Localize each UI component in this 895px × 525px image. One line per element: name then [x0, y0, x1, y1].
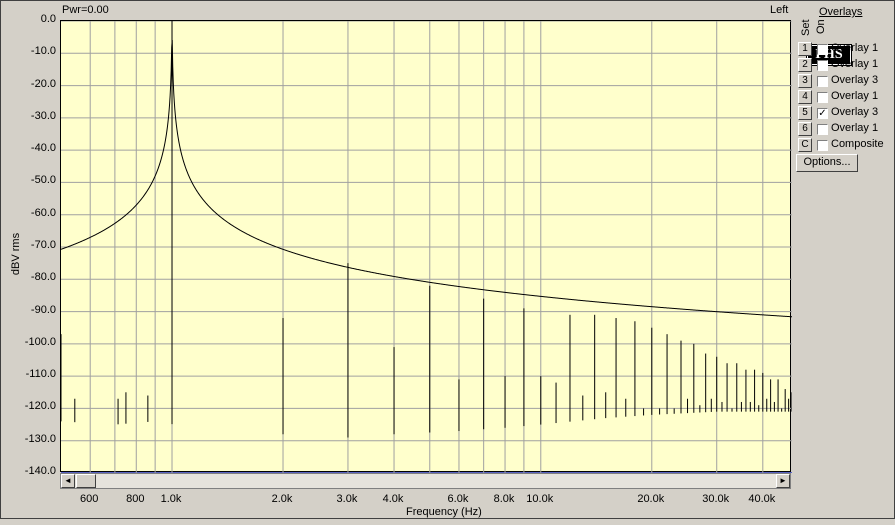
y-tick-label: -40.0: [30, 142, 56, 155]
y-tick-label: -70.0: [30, 239, 56, 251]
overlay-set-button-6[interactable]: 6: [798, 122, 812, 136]
scrollbar-thumb[interactable]: [76, 474, 96, 488]
y-tick-label: -90.0: [30, 303, 56, 316]
spectrum-trace: [61, 39, 792, 318]
y-tick-label: -10.0: [30, 45, 56, 58]
x-tick-label: 4.0k: [382, 493, 404, 505]
channel-label: Left: [770, 4, 789, 16]
overlay-on-checkbox[interactable]: [817, 44, 828, 55]
y-tick-label: -110.0: [25, 368, 56, 381]
scroll-right-arrow-icon[interactable]: ►: [776, 474, 790, 488]
y-tick-label: -20.0: [30, 77, 56, 90]
overlay-label: Overlay 1: [831, 58, 879, 70]
overlay-on-checkbox[interactable]: [817, 140, 828, 151]
y-tick-label: 0.0: [40, 13, 56, 25]
overlay-set-button-c[interactable]: C: [798, 138, 812, 152]
x-tick-label: 6.0k: [447, 493, 469, 505]
overlay-set-button-4[interactable]: 4: [798, 90, 812, 104]
y-tick-label: -120.0: [24, 400, 56, 413]
overlay-set-button-3[interactable]: 3: [798, 74, 812, 88]
overlay-set-button-5[interactable]: 5: [798, 106, 812, 120]
x-tick-label: 2.0k: [271, 493, 293, 505]
overlay-on-checkbox[interactable]: [817, 124, 828, 135]
on-column-header: On: [815, 19, 827, 34]
overlay-label: Composite: [831, 138, 884, 150]
y-tick-label: -100.0: [24, 335, 56, 348]
x-tick-label: 800: [126, 493, 145, 505]
x-axis-label: Frequency (Hz): [406, 506, 482, 518]
y-tick-label: -30.0: [30, 109, 56, 122]
y-tick-label: -80.0: [30, 271, 56, 284]
y-tick-label: -50.0: [30, 174, 56, 187]
y-tick-label: -140.0: [24, 465, 56, 477]
power-readout: Pwr=0.00: [62, 4, 109, 16]
overlay-label: Overlay 3: [831, 74, 879, 86]
y-tick-label: -130.0: [24, 432, 56, 445]
overlay-label: Overlay 1: [831, 90, 879, 102]
spectrum-chart-svg: [61, 21, 792, 473]
frequency-scrollbar[interactable]: ◄ ►: [60, 473, 791, 489]
overlay-set-button-2[interactable]: 2: [798, 58, 812, 72]
x-tick-label: 600: [80, 493, 99, 505]
overlay-on-checkbox[interactable]: [817, 76, 828, 87]
checkmark-icon: ✓: [818, 108, 827, 119]
x-tick-label: 30.0k: [702, 493, 730, 505]
options-button[interactable]: Options...: [796, 154, 858, 172]
scroll-left-arrow-icon[interactable]: ◄: [61, 474, 75, 488]
set-column-header: Set: [800, 19, 812, 36]
y-axis-label: dBV rms: [10, 232, 22, 276]
x-tick-label: 10.0k: [526, 493, 554, 505]
x-tick-label: 1.0k: [160, 493, 182, 505]
x-tick-label: 20.0k: [637, 493, 665, 505]
overlay-label: Overlay 3: [831, 106, 879, 118]
overlay-on-checkbox[interactable]: ✓: [817, 108, 828, 119]
x-tick-label: 40.0k: [748, 493, 776, 505]
y-tick-label: -60.0: [30, 206, 56, 219]
overlay-on-checkbox[interactable]: [817, 92, 828, 103]
x-tick-label: 8.0k: [493, 493, 515, 505]
overlay-on-checkbox[interactable]: [817, 60, 828, 71]
overlay-label: Overlay 1: [831, 122, 879, 134]
spectrum-plot[interactable]: PHS: [60, 20, 851, 473]
overlay-label: Overlay 1: [831, 42, 879, 54]
x-tick-label: 3.0k: [336, 493, 358, 505]
overlay-set-button-1[interactable]: 1: [798, 42, 812, 56]
overlays-title: Overlays: [819, 6, 863, 18]
